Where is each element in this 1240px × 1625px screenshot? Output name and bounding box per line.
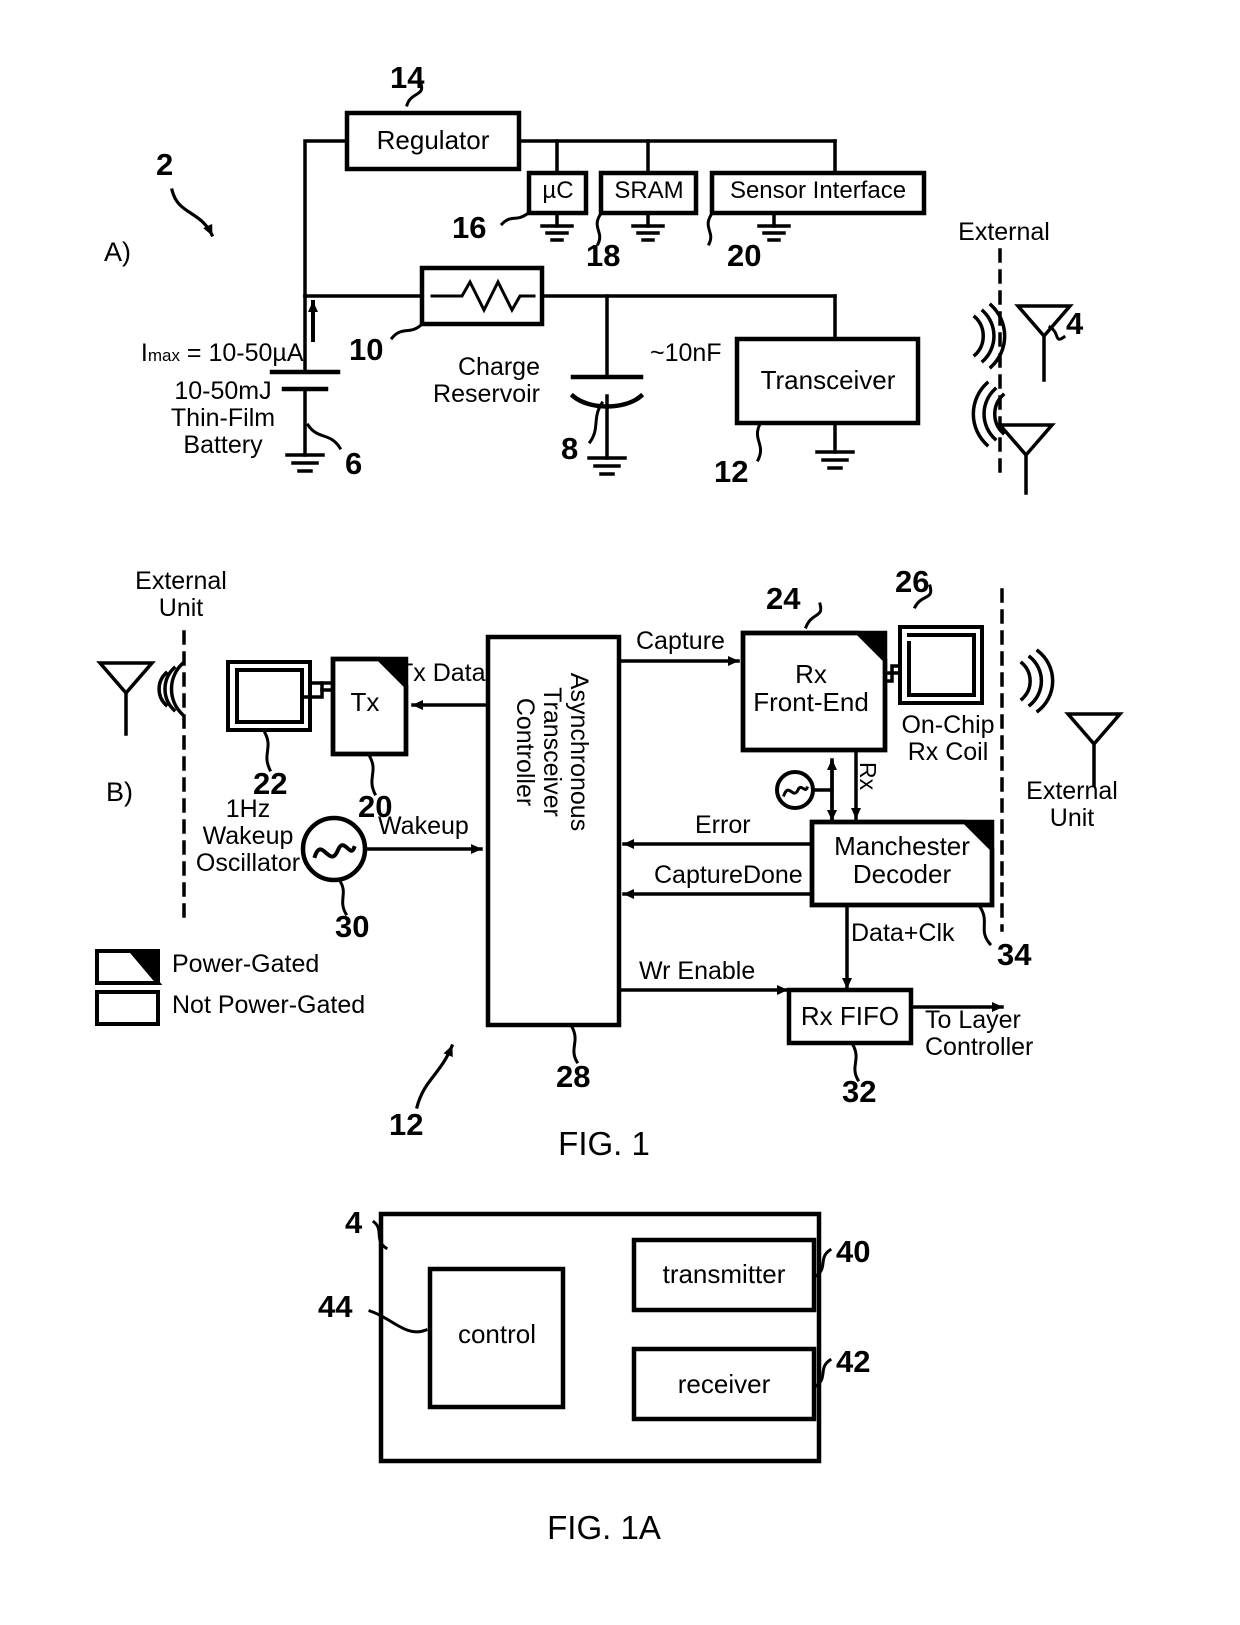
figure-1-title: FIG. 1 [558,1125,650,1162]
ref-4-b: 4 [345,1205,363,1240]
regulator-label: Regulator [376,125,490,155]
ref-40: 40 [836,1234,871,1269]
external-unit-left-label: External Unit [135,567,227,622]
ref-18: 18 [586,238,621,273]
tx-label: Tx [350,687,380,717]
capture-done-label: CaptureDone [654,861,803,889]
transceiver-label: Transceiver [760,365,896,395]
imax-subscript: max [147,346,180,365]
ref-20-a: 20 [727,238,762,273]
external-antenna-b-right [1064,712,1124,787]
external-antenna-upper [1014,304,1074,382]
ref-10: 10 [349,332,384,367]
oscillator-label: 1Hz Wakeup Oscillator [195,795,301,877]
data-clk-label: Data+Clk [851,919,955,947]
rx-clock-oscillator [775,770,815,810]
ref-4-a: 4 [1066,306,1084,341]
rx-coil [898,625,984,705]
battery-label: 10-50mJ Thin-Film Battery [170,377,276,459]
ref-42: 42 [836,1344,871,1379]
receiver-label: receiver [677,1369,771,1399]
ref-6: 6 [345,446,363,481]
panel-b-label: B) [106,777,133,807]
imax-value: = 10-50µA [179,339,304,367]
capture-label: Capture [636,627,725,655]
legend-item-power-gated: Power-Gated [172,950,320,978]
ref-24: 24 [766,581,801,616]
ref-34: 34 [997,937,1032,972]
ref-16: 16 [452,210,487,245]
capacitance-value: ~10nF [650,339,722,367]
sensor-interface-label: Sensor Interface [729,177,907,204]
legend-item-not-power-gated: Not Power-Gated [172,991,366,1019]
tx-data-label: Tx Data [398,659,486,687]
patent-figure-sheet: A) 2 14 Regulator µC 16 SRAM 18 Sensor I… [0,0,1240,1625]
external-unit-right-label: External Unit [1026,777,1118,832]
figure-1a-title: FIG. 1A [547,1509,661,1546]
ref-2: 2 [156,147,174,182]
legend-power-gated-swatch [95,949,163,985]
error-label: Error [695,811,751,839]
wr-enable-label: Wr Enable [639,957,756,985]
external-label-a: External [958,218,1050,246]
ref-30: 30 [335,909,370,944]
rx-coil-label: On-Chip Rx Coil [901,711,995,766]
uc-label: µC [542,177,574,204]
external-antenna-lower [996,423,1056,495]
control-label: control [457,1319,537,1349]
ref-12-b: 12 [389,1107,424,1142]
tx-coil [226,660,312,732]
to-layer-controller-label: To Layer Controller [925,1006,1034,1061]
ref-12-a: 12 [714,454,749,489]
ref-32: 32 [842,1074,877,1109]
ref-28: 28 [556,1059,591,1094]
controller-label: Asynchronous Transceiver Controller [511,672,593,832]
imax-symbol: I [140,339,148,367]
ref-26: 26 [895,564,930,599]
rx-signal-label: Rx [855,762,881,791]
external-antenna-b-left [96,661,156,736]
wakeup-signal-label: Wakeup [378,812,469,840]
panel-a-label: A) [104,237,131,267]
ref-14: 14 [390,60,425,95]
imax-label: Imax = 10-50µA [127,313,304,367]
transmitter-label: transmitter [662,1259,786,1289]
wakeup-oscillator [300,815,368,883]
rx-front-end-label: Rx Front-End [753,659,869,718]
ref-44: 44 [318,1289,353,1324]
ref-8: 8 [561,431,579,466]
charge-reservoir-label: Charge Reservoir [433,353,540,408]
sram-label: SRAM [614,177,684,204]
manchester-decoder-label: Manchester Decoder [834,831,970,890]
legend-not-power-gated-swatch [95,990,160,1026]
rx-fifo-label: Rx FIFO [800,1001,900,1031]
